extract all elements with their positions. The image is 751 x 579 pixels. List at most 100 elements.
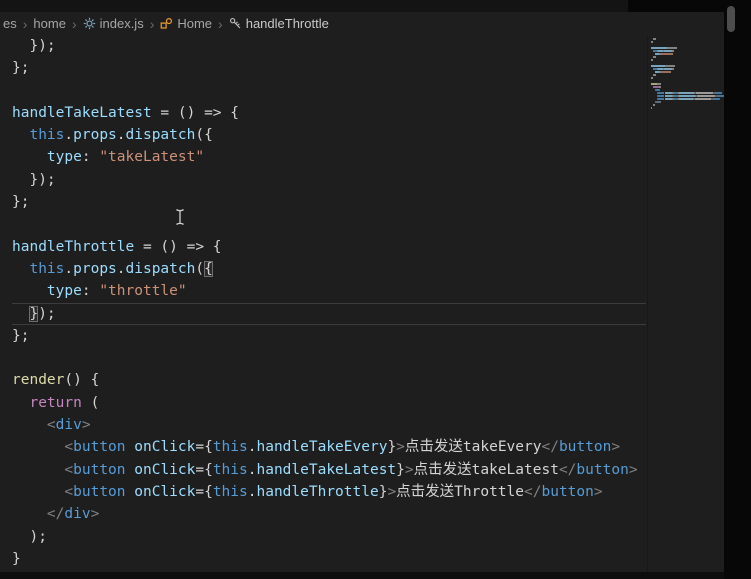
code-token: button [541,483,594,500]
code-line[interactable]: type: "throttle" [12,280,646,302]
minimap-line [651,74,724,76]
code-token: handleTakeLatest [12,104,152,121]
code-line[interactable] [12,213,646,235]
code-line[interactable]: this.props.dispatch({ [12,124,646,146]
code-token: button [73,439,126,456]
minimap-line [651,47,724,49]
code-line[interactable]: this.props.dispatch({ [12,258,646,280]
minimap-line [651,62,724,64]
code-token: this [212,439,248,456]
code-token: ({ [195,127,213,144]
minimap-line [651,38,724,40]
code-token: 点击发送Throttle [396,483,525,500]
code-line[interactable]: </div> [12,503,646,525]
code-token: ={ [195,483,213,500]
code-token: </ [46,506,65,523]
code-token: }); [29,171,56,188]
code-token: < [64,439,74,456]
breadcrumb-label: handleThrottle [245,16,329,31]
code-line[interactable]: ); [12,526,646,548]
code-line[interactable]: }); [12,169,646,191]
code-line[interactable]: handleTakeLatest = () => { [12,102,646,124]
code-line[interactable]: <div> [12,414,646,436]
code-token: "takeLatest" [99,149,205,166]
code-token: handleThrottle [12,238,135,255]
code-line[interactable]: }; [12,191,646,213]
code-area[interactable]: });}; handleTakeLatest = () => { this.pro… [0,35,646,572]
minimap-line [651,98,724,100]
code-line[interactable]: }); [12,303,646,325]
minimap-line [651,107,724,109]
code-token: } [387,439,397,456]
chevron-right-icon: › [71,15,77,32]
code-token: } [29,305,39,322]
right-scrollbar-track[interactable] [724,0,751,579]
breadcrumb-item-es[interactable]: es [3,16,17,31]
code-line[interactable]: handleThrottle = () => { [12,236,646,258]
code-token: onClick [134,461,196,478]
code-token: dispatch [125,260,196,277]
code-token: dispatch [125,127,196,144]
code-line[interactable]: }; [12,57,646,79]
minimap-line [651,86,724,88]
code-token: ( [81,394,100,411]
minimap-line [651,104,724,106]
minimap-line [651,50,724,52]
code-token: type [46,283,82,300]
code-token: ={ [195,461,213,478]
code-token: }; [12,327,30,344]
vscode-window: es › home › index.js › Home › handleThro… [0,0,751,579]
breadcrumb-label: Home [177,16,213,31]
code-line[interactable]: return ( [12,392,646,414]
code-line[interactable] [12,347,646,369]
minimap-line [651,89,724,91]
breadcrumb-item-handlethrottle[interactable]: handleThrottle [229,16,329,31]
minimap-line [651,77,724,79]
code-token: }; [12,194,30,211]
scrollbar-handle[interactable] [727,6,735,32]
breadcrumb-item-indexjs[interactable]: index.js [83,16,144,31]
code-token: props [73,260,117,277]
code-token: < [64,483,74,500]
breadcrumb-item-home-class[interactable]: Home [160,16,212,31]
code-line[interactable]: type: "takeLatest" [12,146,646,168]
code-token: > [396,439,405,456]
code-token: 点击发送takeLatest [413,461,559,478]
code-token: } [396,461,405,478]
minimap-line [651,101,724,103]
code-line[interactable]: }); [12,35,646,57]
code-line[interactable]: <button onClick={this.handleTakeLatest}>… [12,459,646,481]
minimap[interactable] [647,35,724,572]
code-line[interactable]: } [12,548,646,570]
chevron-right-icon: › [22,15,28,32]
code-line[interactable]: <button onClick={this.handleThrottle}>点击… [12,481,646,503]
breadcrumb-item-home-folder[interactable]: home [33,16,66,31]
code-token: . [116,127,126,144]
code-token: }; [12,60,30,77]
code-token: ); [29,528,47,545]
code-token: 点击发送takeEvery [404,439,542,456]
code-token: "throttle" [99,283,187,300]
minimap-line [651,68,724,70]
code-line[interactable] [12,80,646,102]
breadcrumb-label: index.js [99,16,144,31]
minimap-line [651,41,724,43]
code-line[interactable]: <button onClick={this.handleTakeEvery}>点… [12,436,646,458]
code-token: : [81,283,100,300]
code-token: > [611,439,621,456]
code-token: > [90,506,100,523]
code-token: { [204,260,213,277]
code-line[interactable]: render() { [12,369,646,391]
minimap-line [651,92,724,94]
gear-icon [83,17,96,30]
minimap-line [651,95,724,97]
code-token: > [387,483,397,500]
code-line[interactable]: }; [12,325,646,347]
minimap-line [651,44,724,46]
